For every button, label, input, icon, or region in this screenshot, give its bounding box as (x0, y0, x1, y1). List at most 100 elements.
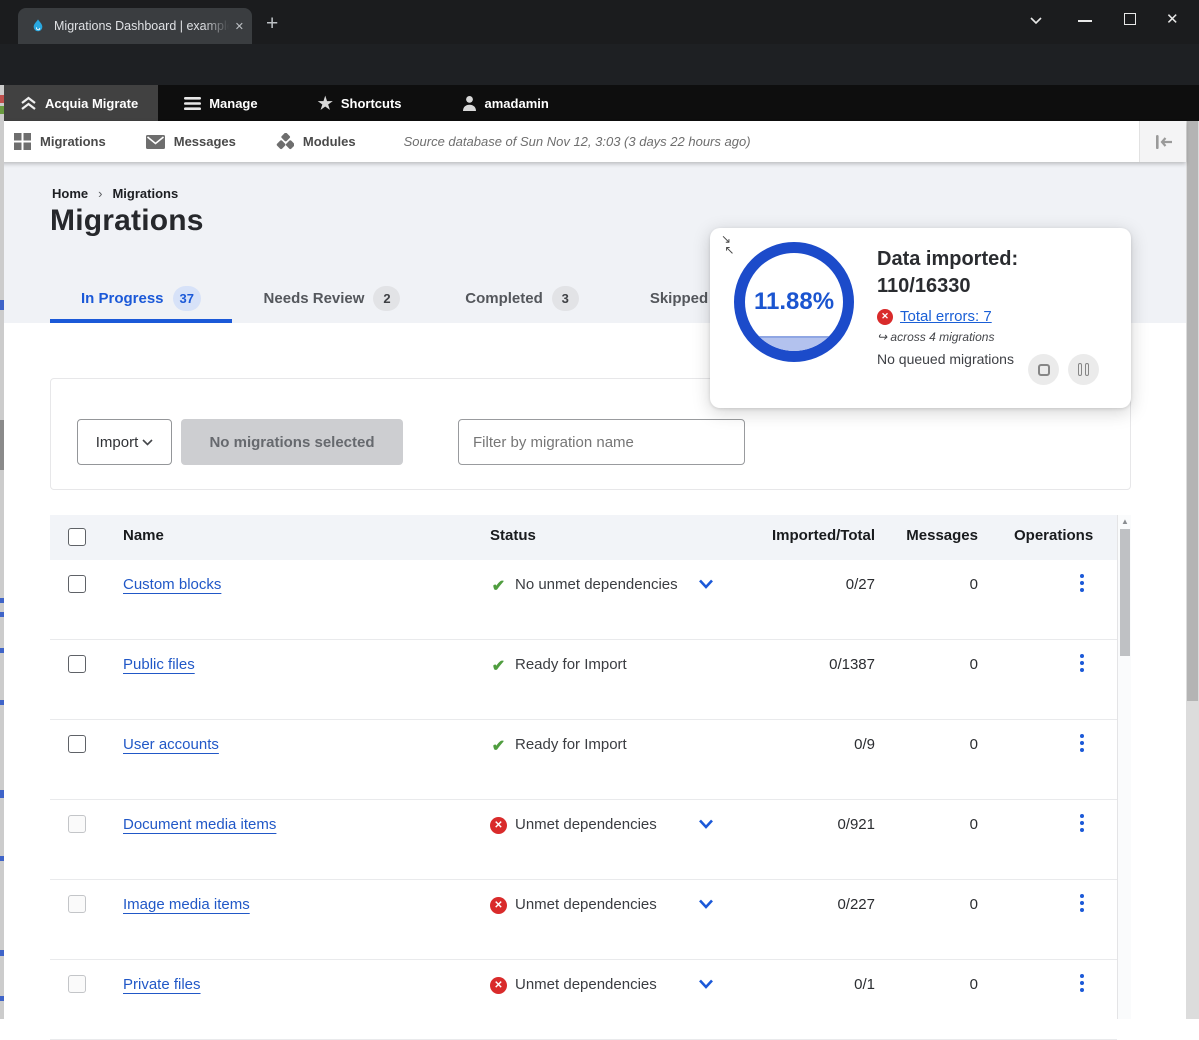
stop-icon (1038, 364, 1050, 376)
migration-name-link[interactable]: Private files (123, 976, 201, 993)
operations-menu-icon[interactable] (1080, 894, 1084, 915)
total-errors-link[interactable]: Total errors: 7 (900, 308, 992, 325)
migration-name-link[interactable]: User accounts (123, 736, 219, 753)
page-scrollbar-thumb[interactable] (1187, 121, 1198, 701)
star-icon: ★ (318, 96, 333, 111)
table-scrollbar[interactable]: ▲ (1117, 515, 1131, 1019)
toolbar-messages-item[interactable]: Messages (132, 121, 250, 162)
messages-cell: 0 (898, 816, 978, 833)
tab-count-badge: 3 (552, 286, 579, 311)
tab-completed[interactable]: Completed 3 (434, 280, 610, 316)
row-checkbox[interactable] (68, 895, 86, 913)
operations-menu-icon[interactable] (1080, 654, 1084, 675)
tab-label: Needs Review (264, 290, 365, 307)
window-maximize-button[interactable] (1124, 13, 1136, 25)
collapse-popup-icon[interactable]: ↘ ↖ (721, 234, 734, 256)
admin-user-label: amadamin (485, 96, 549, 111)
toolbar-collapse-button[interactable] (1139, 121, 1186, 162)
operations-menu-icon[interactable] (1080, 814, 1084, 835)
import-dropdown-button[interactable]: Import (77, 419, 172, 465)
messages-cell: 0 (898, 976, 978, 993)
tab-needs-review[interactable]: Needs Review 2 (242, 280, 422, 316)
operations-menu-icon[interactable] (1080, 574, 1084, 595)
migration-name-link[interactable]: Custom blocks (123, 576, 221, 593)
tab-label: Skipped (650, 290, 708, 307)
breadcrumb-separator: › (98, 186, 102, 201)
window-chevron-icon[interactable] (1028, 14, 1044, 26)
column-header-name: Name (123, 527, 164, 544)
browser-tab[interactable]: Migrations Dashboard | example ✕ (18, 8, 252, 44)
status-icon: ✔ (490, 737, 507, 754)
scroll-up-arrow-icon[interactable]: ▲ (1118, 517, 1132, 526)
migrations-table: Name Status Imported/Total Messages Oper… (50, 515, 1131, 1019)
status-icon: ✕ (490, 897, 507, 914)
row-checkbox[interactable] (68, 735, 86, 753)
messages-cell: 0 (898, 576, 978, 593)
status-label: Ready for Import (515, 656, 627, 673)
no-migrations-selected-button: No migrations selected (181, 419, 403, 465)
toolbar-modules-item[interactable]: Modules (262, 121, 370, 162)
new-tab-button[interactable]: + (266, 12, 278, 36)
collapse-left-icon (1153, 135, 1173, 149)
admin-shortcuts-item[interactable]: ★ Shortcuts (302, 85, 418, 121)
filter-input[interactable] (458, 419, 745, 465)
modules-icon (276, 133, 294, 150)
operations-menu-icon[interactable] (1080, 974, 1084, 995)
status-label: Unmet dependencies (515, 896, 657, 913)
chevron-down-icon (142, 439, 153, 446)
table-header-row: Name Status Imported/Total Messages Oper… (50, 515, 1117, 560)
admin-brand-item[interactable]: Acquia Migrate (0, 85, 158, 121)
progress-popup: ↘ ↖ 11.88% Data imported: 110/16330 ✕ To… (710, 228, 1131, 408)
tab-close-icon[interactable]: ✕ (235, 20, 244, 33)
admin-user-item[interactable]: amadamin (446, 85, 565, 121)
breadcrumb-home-link[interactable]: Home (52, 186, 88, 201)
row-checkbox[interactable] (68, 975, 86, 993)
hook-arrow-icon: ↪ (877, 330, 887, 344)
table-scrollbar-thumb[interactable] (1120, 529, 1130, 656)
table-row: Custom blocks ✔ No unmet dependencies 0/… (50, 560, 1117, 640)
toolbar-modules-label: Modules (303, 134, 356, 149)
column-header-status: Status (490, 527, 536, 544)
imported-total-cell: 0/27 (690, 576, 875, 593)
table-row: Document media items ✕ Unmet dependencie… (50, 800, 1117, 880)
row-checkbox[interactable] (68, 655, 86, 673)
status-icon: ✔ (490, 657, 507, 674)
tab-count-badge: 37 (173, 286, 201, 311)
admin-manage-item[interactable]: Manage (168, 85, 273, 121)
table-row: Private files ✕ Unmet dependencies 0/1 0 (50, 960, 1117, 1040)
admin-shortcuts-label: Shortcuts (341, 96, 402, 111)
table-body: Custom blocks ✔ No unmet dependencies 0/… (50, 560, 1117, 1040)
browser-titlebar: Migrations Dashboard | example ✕ + ✕ (0, 0, 1199, 44)
tab-in-progress[interactable]: In Progress 37 (50, 280, 232, 316)
messages-cell: 0 (898, 656, 978, 673)
imported-total-cell: 0/1387 (690, 656, 875, 673)
toolbar-migrations-item[interactable]: Migrations (0, 121, 120, 162)
data-imported-value: 110/16330 (877, 273, 1117, 300)
page-scrollbar[interactable] (1186, 121, 1199, 1019)
stop-button[interactable] (1028, 354, 1059, 385)
imported-total-cell: 0/227 (690, 896, 875, 913)
migration-name-link[interactable]: Document media items (123, 816, 276, 833)
browser-navbar: ← → ⟳ d9ama-ddevblog.ddev.site/acquia-mi… (0, 44, 1199, 85)
select-all-checkbox[interactable] (68, 528, 86, 546)
row-checkbox[interactable] (68, 575, 86, 593)
across-migrations-note: ↪ across 4 migrations (877, 330, 1117, 344)
toolbar-migrations-label: Migrations (40, 134, 106, 149)
row-checkbox[interactable] (68, 815, 86, 833)
user-icon (462, 95, 477, 111)
migration-name-link[interactable]: Image media items (123, 896, 250, 913)
drupal-favicon-icon (30, 18, 46, 34)
imported-total-cell: 0/9 (690, 736, 875, 753)
operations-menu-icon[interactable] (1080, 734, 1084, 755)
menu-icon (184, 97, 201, 110)
pause-button[interactable] (1068, 354, 1099, 385)
page-title: Migrations (50, 204, 204, 238)
status-icon: ✔ (490, 577, 507, 594)
source-database-note: Source database of Sun Nov 12, 3:03 (3 d… (404, 134, 751, 149)
breadcrumb-current: Migrations (112, 186, 178, 201)
window-close-button[interactable]: ✕ (1166, 10, 1179, 28)
tab-count-badge: 2 (373, 286, 400, 311)
window-minimize-button[interactable] (1078, 20, 1092, 22)
migration-name-link[interactable]: Public files (123, 656, 195, 673)
admin-toolbar: Acquia Migrate Manage ★ Shortcuts amadam… (0, 85, 1199, 121)
